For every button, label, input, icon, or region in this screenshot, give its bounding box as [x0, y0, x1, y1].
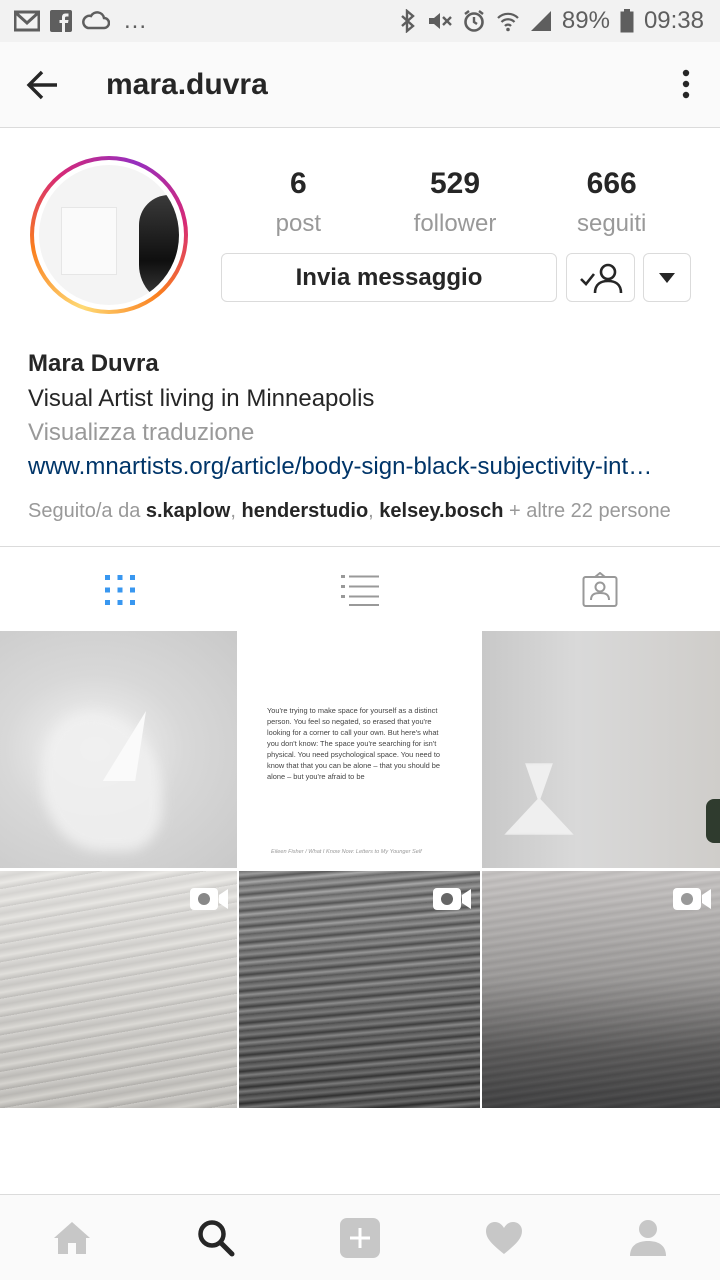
stat-label: post [275, 210, 322, 237]
follower-name[interactable]: kelsey.bosch [379, 500, 503, 522]
separator: , [368, 500, 380, 522]
heart-icon [486, 1221, 522, 1254]
tab-list[interactable] [240, 547, 480, 632]
video-camera-icon [190, 888, 228, 910]
arrow-left-icon [26, 70, 57, 99]
post-quote-text: You're trying to make space for yourself… [267, 706, 440, 781]
post-thumbnail[interactable]: You're trying to make space for yourself… [239, 631, 480, 868]
profile-icon [630, 1219, 666, 1256]
tab-grid[interactable] [0, 547, 240, 632]
profile-bio: Mara Duvra Visual Artist living in Minne… [28, 346, 698, 526]
cloud-icon [82, 11, 110, 30]
website-link[interactable]: www.mnartists.org/article/body-sign-blac… [28, 450, 688, 484]
nav-activity[interactable] [432, 1195, 576, 1280]
post-quote-source: Eileen Fisher / What I Know Now: Letters… [271, 849, 422, 855]
post-thumbnail-video[interactable] [482, 871, 720, 1108]
user-check-icon [579, 263, 622, 293]
post-thumbnail-video[interactable] [0, 871, 237, 1108]
stat-value: 6 [289, 167, 307, 200]
alarm-icon [464, 10, 484, 32]
profile-tabs [0, 546, 720, 632]
mute-icon [428, 13, 452, 29]
follower-name[interactable]: s.kaplow [146, 500, 230, 522]
video-camera-icon [433, 888, 471, 910]
add-icon [340, 1217, 380, 1258]
profile-stats: 6 post 529 follower 666 seguiti [220, 164, 690, 244]
posts-grid: You're trying to make space for yourself… [0, 631, 720, 1108]
clock: 09:38 [643, 7, 704, 34]
options-button[interactable] [666, 64, 706, 104]
following-button[interactable] [566, 253, 635, 302]
send-message-button[interactable]: Invia messaggio [221, 253, 557, 302]
search-icon [198, 1219, 235, 1256]
vertical-dots-icon [682, 69, 690, 99]
nav-home[interactable] [0, 1195, 144, 1280]
full-name: Mara Duvra [28, 350, 159, 377]
suggestions-dropdown-button[interactable] [643, 253, 691, 302]
tagged-icon [582, 571, 618, 607]
stat-value: 529 [429, 167, 481, 200]
stat-value: 666 [586, 167, 637, 200]
status-bar: ... 89% 09:38 [0, 0, 720, 42]
stat-label: seguiti [576, 210, 647, 237]
status-overflow: ... [124, 7, 148, 34]
list-icon [341, 574, 379, 606]
signal-icon [530, 11, 551, 31]
battery-percentage: 89% [561, 7, 610, 34]
gmail-icon [14, 10, 40, 32]
post-thumbnail[interactable] [0, 631, 237, 868]
grid-icon [105, 574, 135, 605]
followed-by-prefix: Seguito/a da [28, 500, 146, 522]
nav-search[interactable] [144, 1195, 288, 1280]
followed-by-suffix: + altre 22 persone [503, 500, 671, 522]
battery-icon [620, 9, 634, 33]
video-camera-icon [673, 888, 711, 910]
stat-label: follower [413, 210, 497, 237]
bottom-nav [0, 1194, 720, 1280]
avatar [39, 165, 179, 305]
bluetooth-icon [401, 9, 415, 33]
separator: , [230, 500, 242, 522]
stat-followers[interactable]: 529 follower [377, 164, 534, 244]
tab-tagged[interactable] [480, 547, 720, 632]
stat-following[interactable]: 666 seguiti [533, 164, 690, 244]
wifi-icon [497, 12, 519, 32]
translate-link[interactable]: Visualizza traduzione [28, 416, 698, 450]
bio-text: Visual Artist living in Minneapolis [28, 385, 375, 412]
home-icon [54, 1221, 90, 1254]
caret-down-icon [659, 272, 675, 283]
avatar-story-ring[interactable] [30, 156, 188, 314]
followed-by[interactable]: Seguito/a da s.kaplow, henderstudio, kel… [28, 496, 698, 526]
post-thumbnail-video[interactable] [239, 871, 480, 1108]
top-bar: mara.duvra [0, 42, 720, 128]
post-thumbnail[interactable] [482, 631, 720, 868]
back-button[interactable] [0, 42, 86, 128]
nav-add[interactable] [288, 1195, 432, 1280]
page-title: mara.duvra [106, 67, 268, 101]
facebook-icon [50, 10, 72, 32]
stat-posts[interactable]: 6 post [220, 164, 377, 244]
profile-actions: Invia messaggio [221, 253, 691, 302]
follower-name[interactable]: henderstudio [241, 500, 368, 522]
nav-profile[interactable] [576, 1195, 720, 1280]
